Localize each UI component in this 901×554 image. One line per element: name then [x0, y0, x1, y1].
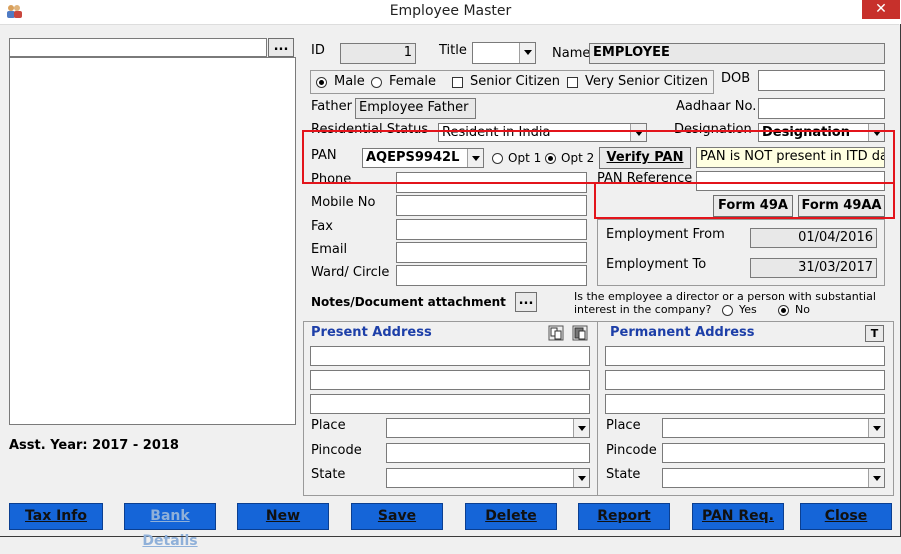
- form49-highlight-box: [594, 182, 895, 219]
- director-question: Is the employee a director or a person w…: [574, 290, 876, 303]
- email-label: Email: [311, 242, 348, 257]
- father-field[interactable]: Employee Father: [355, 98, 476, 119]
- director-yes-radio[interactable]: [722, 305, 733, 316]
- id-label: ID: [311, 43, 325, 58]
- title-label: Title: [439, 43, 467, 58]
- aadhaar-field[interactable]: [758, 98, 885, 119]
- aadhaar-label: Aadhaar No.: [676, 99, 757, 114]
- present-address-line-2[interactable]: [310, 370, 590, 390]
- permanent-address-line-3[interactable]: [605, 394, 885, 414]
- male-label: Male: [334, 74, 365, 89]
- mobile-label: Mobile No: [311, 195, 376, 210]
- id-field: 1: [340, 43, 416, 64]
- chevron-down-icon: [868, 419, 884, 437]
- present-pincode-label: Pincode: [311, 443, 362, 458]
- very-senior-citizen-checkbox[interactable]: [567, 77, 578, 88]
- name-label: Name: [552, 46, 591, 61]
- female-label: Female: [389, 74, 437, 89]
- fax-label: Fax: [311, 219, 333, 234]
- email-field[interactable]: [396, 242, 587, 263]
- new-button[interactable]: New: [237, 503, 329, 530]
- report-button[interactable]: Report: [578, 503, 670, 530]
- permanent-place-label: Place: [606, 418, 641, 433]
- close-window-button[interactable]: ✕: [862, 0, 900, 19]
- save-button[interactable]: Save: [351, 503, 443, 530]
- ward-field[interactable]: [396, 265, 587, 286]
- permanent-pincode-label: Pincode: [606, 443, 657, 458]
- present-address-line-1[interactable]: [310, 346, 590, 366]
- male-radio[interactable]: [316, 77, 327, 88]
- address-divider: [597, 321, 598, 496]
- female-radio[interactable]: [371, 77, 382, 88]
- father-label: Father: [311, 99, 352, 114]
- copy-icon[interactable]: [548, 325, 564, 341]
- name-field[interactable]: EMPLOYEE: [589, 43, 885, 64]
- delete-button[interactable]: Delete: [465, 503, 557, 530]
- asst-year-label: Asst. Year: 2017 - 2018: [9, 438, 179, 453]
- title-bar: Employee Master ✕: [0, 0, 901, 24]
- dob-label: DOB: [721, 71, 751, 86]
- title-select[interactable]: [472, 42, 536, 64]
- permanent-pincode-field[interactable]: [662, 443, 885, 463]
- t-button[interactable]: T: [865, 325, 884, 342]
- pan-req-button[interactable]: PAN Req.: [692, 503, 784, 530]
- pan-highlight-box: [302, 130, 895, 184]
- employment-from-label: Employment From: [606, 227, 725, 242]
- notes-label: Notes/Document attachment: [311, 295, 506, 309]
- very-senior-citizen-label: Very Senior Citizen: [585, 74, 709, 89]
- present-pincode-field[interactable]: [386, 443, 590, 463]
- close-icon: ✕: [875, 1, 887, 17]
- employee-search-input[interactable]: [9, 38, 267, 57]
- chevron-down-icon: [573, 469, 589, 487]
- present-state-select[interactable]: [386, 468, 590, 488]
- ward-label: Ward/ Circle: [311, 265, 390, 280]
- permanent-address-line-1[interactable]: [605, 346, 885, 366]
- director-no-radio[interactable]: [778, 305, 789, 316]
- permanent-state-label: State: [606, 467, 641, 482]
- senior-citizen-checkbox[interactable]: [452, 77, 463, 88]
- permanent-place-select[interactable]: [662, 418, 885, 438]
- employee-list[interactable]: [9, 57, 296, 425]
- senior-citizen-label: Senior Citizen: [470, 74, 560, 89]
- present-state-label: State: [311, 467, 346, 482]
- tax-info-button[interactable]: Tax Info: [9, 503, 103, 530]
- permanent-address-line-2[interactable]: [605, 370, 885, 390]
- director-no-label: No: [795, 303, 810, 316]
- employment-to-label: Employment To: [606, 257, 707, 272]
- mobile-field[interactable]: [396, 195, 587, 216]
- chevron-down-icon: [519, 43, 535, 63]
- fax-field[interactable]: [396, 219, 587, 240]
- close-button[interactable]: Close: [800, 503, 892, 530]
- permanent-address-header: Permanent Address: [610, 325, 755, 340]
- dob-field[interactable]: [758, 70, 885, 91]
- permanent-state-select[interactable]: [662, 468, 885, 488]
- present-place-label: Place: [311, 418, 346, 433]
- director-question-2: interest in the company?: [574, 303, 712, 316]
- director-yes-label: Yes: [739, 303, 757, 316]
- bank-details-button[interactable]: Bank Details: [124, 503, 216, 549]
- employment-from-field[interactable]: 01/04/2016: [750, 228, 877, 248]
- employment-to-field[interactable]: 31/03/2017: [750, 258, 877, 278]
- present-place-select[interactable]: [386, 418, 590, 438]
- chevron-down-icon: [868, 469, 884, 487]
- present-address-line-3[interactable]: [310, 394, 590, 414]
- browse-button[interactable]: ...: [268, 38, 294, 57]
- present-address-header: Present Address: [311, 325, 432, 340]
- notes-button[interactable]: ...: [515, 292, 537, 312]
- chevron-down-icon: [573, 419, 589, 437]
- window-title: Employee Master: [389, 3, 512, 19]
- paste-icon[interactable]: [572, 325, 588, 341]
